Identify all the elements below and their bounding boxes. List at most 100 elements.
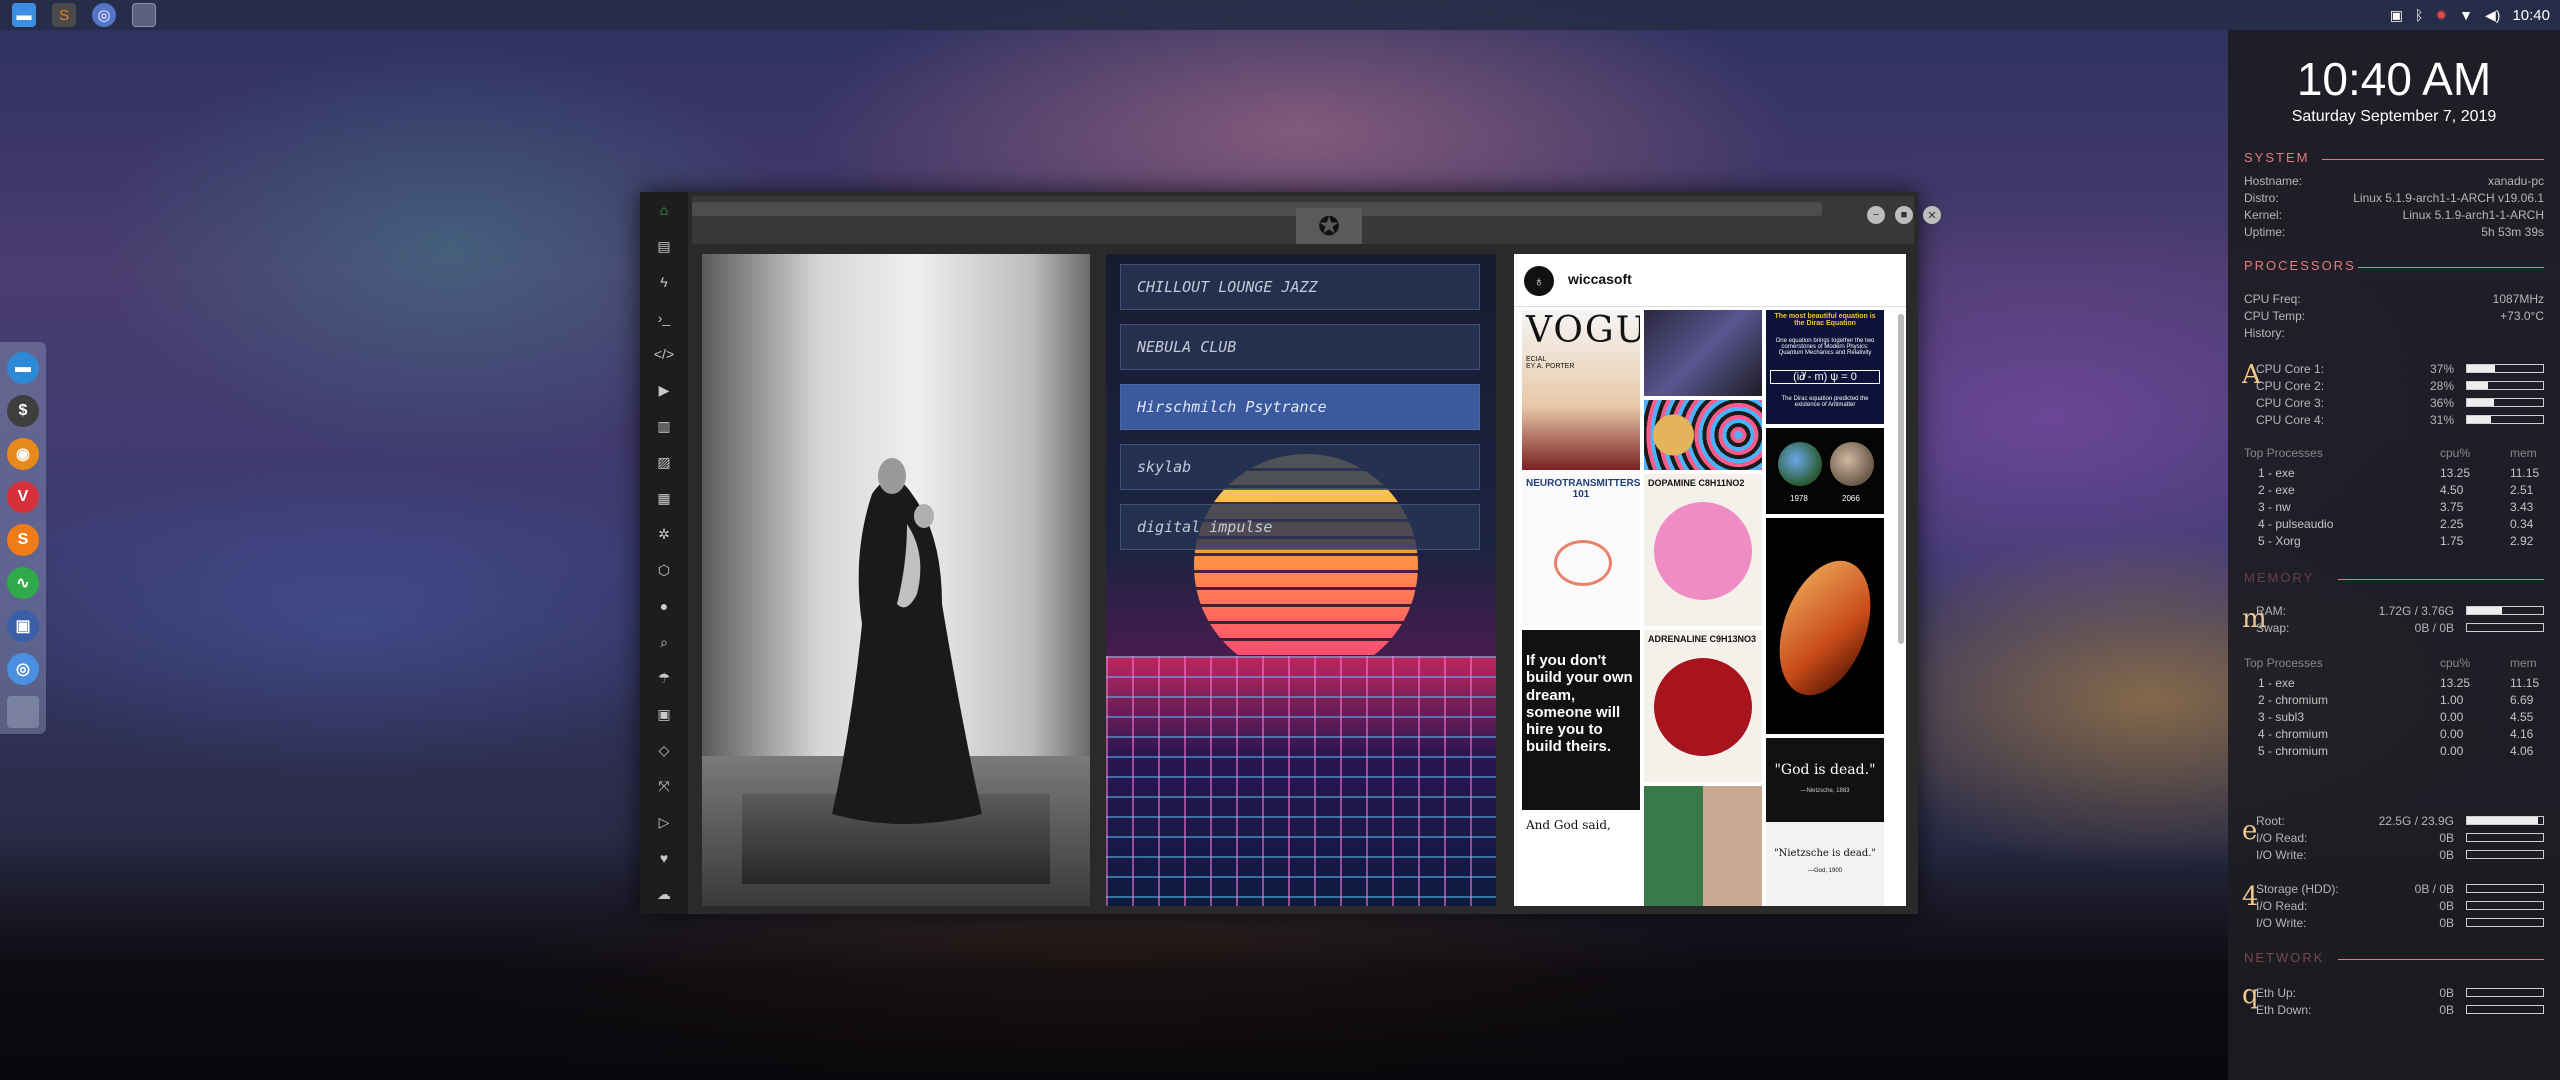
rebel-emblem-icon[interactable]: ✪ — [1296, 208, 1362, 244]
vivaldi-dock-icon[interactable]: V — [7, 481, 39, 513]
cpu-column-header: cpu% — [2440, 446, 2471, 460]
youtube-icon[interactable]: ▷ — [654, 812, 674, 832]
sublime-dock-icon[interactable]: S — [7, 524, 39, 556]
painting-tile[interactable] — [1644, 786, 1762, 906]
network-section-title: NETWORK — [2244, 950, 2325, 965]
image-icon[interactable]: ▨ — [654, 452, 674, 472]
jupiter-icon — [1766, 548, 1884, 708]
wifi-icon[interactable]: ▼ — [2459, 7, 2473, 23]
usage-bar — [2466, 918, 2544, 927]
code-icon[interactable]: </> — [654, 344, 674, 364]
umbrella-icon[interactable]: ☂ — [654, 668, 674, 688]
chromium-icon[interactable]: ◎ — [92, 3, 116, 27]
stat-label: CPU Temp: — [2244, 309, 2306, 323]
dock-grid-icon[interactable] — [7, 696, 39, 728]
color-swatches-tile[interactable] — [1644, 400, 1762, 470]
maximize-button[interactable]: ■ — [1895, 206, 1913, 224]
usage-bar — [2466, 381, 2544, 390]
stat-value: 0B — [2439, 986, 2454, 1000]
station-digital-impulse[interactable]: digital impulse — [1120, 504, 1480, 550]
stat-label: CPU Core 1: — [2256, 362, 2325, 376]
tray-clock[interactable]: 10:40 — [2512, 7, 2550, 24]
heart-icon[interactable]: ♥ — [654, 848, 674, 868]
usage-bar — [2466, 623, 2544, 632]
process-row: 2 - exe 4.50 2.51 — [2244, 483, 2544, 499]
divider — [2338, 959, 2544, 960]
document-icon[interactable]: ▤ — [654, 236, 674, 256]
stat-value: 0B / 0B — [2414, 882, 2454, 896]
settings-icon[interactable]: ✹ — [2435, 7, 2447, 24]
files-dock-icon[interactable]: ▬ — [7, 352, 39, 384]
cloud-icon[interactable]: ☁ — [654, 884, 674, 904]
expand-icon[interactable]: ⤧ — [654, 776, 674, 796]
system-tray: ▣ ᛒ ✹ ▼ ◀) 10:40 — [2390, 0, 2550, 30]
play-icon[interactable]: ▶ — [654, 380, 674, 400]
usage-bar — [2466, 884, 2544, 893]
screen-dock-icon[interactable]: ▣ — [7, 610, 39, 642]
hexagon-icon[interactable]: ⬡ — [654, 560, 674, 580]
process-row: 5 - Xorg 1.75 2.92 — [2244, 534, 2544, 550]
process-name: 1 - exe — [2258, 676, 2295, 690]
window-titlebar[interactable]: ✪ − ■ ✕ — [692, 196, 1941, 244]
process-mem: 4.55 — [2510, 710, 2534, 724]
instagram-panel: ♁ wiccasoft VOGUE ECIAL EY A. PORTER NEU… — [1514, 254, 1906, 906]
scrollbar[interactable] — [1898, 314, 1904, 644]
quote-tile[interactable]: If you don't build your own dream, someo… — [1522, 630, 1640, 810]
home-icon[interactable]: ⌂ — [654, 200, 674, 220]
process-name: 4 - pulseaudio — [2258, 517, 2334, 531]
neurotransmitters-tile[interactable]: NEUROTRANSMITTERS 101 — [1522, 474, 1640, 626]
process-row: 1 - exe 13.25 11.15 — [2244, 676, 2544, 692]
ubuntu-dock-icon[interactable]: ◉ — [7, 438, 39, 470]
dopamine-tile[interactable]: DOPAMINE C8H11NO2 — [1644, 474, 1762, 626]
planets-tile[interactable]: 1978 2066 — [1766, 428, 1884, 514]
usage-bar-fill — [2467, 365, 2496, 372]
code-brackets-icon[interactable]: ◇ — [654, 740, 674, 760]
barren-planet-icon — [1830, 442, 1874, 486]
stat-value: 37% — [2429, 362, 2454, 376]
avatar[interactable]: ♁ — [1524, 266, 1554, 296]
workspace-icon[interactable] — [132, 3, 156, 27]
volume-icon[interactable]: ◀) — [2485, 7, 2500, 24]
file-manager-icon[interactable]: ▬ — [12, 3, 36, 27]
bolt-icon[interactable]: ϟ — [654, 272, 674, 292]
synthwave-grid — [1106, 656, 1496, 906]
globe-icon[interactable]: ● — [654, 596, 674, 616]
process-cpu: 0.00 — [2440, 710, 2464, 724]
vogue-tile[interactable]: VOGUE ECIAL EY A. PORTER — [1522, 310, 1640, 470]
stat-value: 31% — [2429, 413, 2454, 427]
stat-label: I/O Read: — [2256, 831, 2308, 845]
adrenaline-tile[interactable]: ADRENALINE C9H13NO3 — [1644, 630, 1762, 782]
settings-icon[interactable]: ✲ — [654, 524, 674, 544]
sublime-text-icon[interactable]: S — [52, 3, 76, 27]
chromium-dock-icon[interactable]: ◎ — [7, 653, 39, 685]
station-hirschmilch-psytrance[interactable]: Hirschmilch Psytrance — [1120, 384, 1480, 430]
usage-bar — [2466, 816, 2544, 825]
jupiter-tile[interactable] — [1766, 518, 1884, 734]
terminal-dock-icon[interactable]: $ — [7, 395, 39, 427]
system-monitor-dock-icon[interactable]: ∿ — [7, 567, 39, 599]
search-icon[interactable]: ⌕ — [654, 632, 674, 652]
stat-label: Swap: — [2256, 621, 2290, 635]
and-god-said-tile[interactable]: And God said, — [1522, 814, 1640, 906]
usage-bar-fill — [2467, 416, 2491, 423]
bluetooth-icon[interactable]: ᛒ — [2415, 7, 2423, 23]
stat-label: Storage (HDD): — [2256, 882, 2339, 896]
profile-username[interactable]: wiccasoft — [1568, 271, 1632, 287]
minimize-button[interactable]: − — [1867, 206, 1885, 224]
contact-icon[interactable]: ▣ — [654, 704, 674, 724]
station-skylab[interactable]: skylab — [1120, 444, 1480, 490]
dirac-tile[interactable]: The most beautiful equation is the Dirac… — [1766, 310, 1884, 424]
terminal-icon[interactable]: ›_ — [654, 308, 674, 328]
station-nebula-club[interactable]: NEBULA CLUB — [1120, 324, 1480, 370]
news-icon[interactable]: ▦ — [654, 488, 674, 508]
book-icon[interactable]: ▥ — [654, 416, 674, 436]
process-mem: 6.69 — [2510, 693, 2534, 707]
sign-photo-tile[interactable] — [1644, 310, 1762, 396]
screenshot-icon[interactable]: ▣ — [2390, 7, 2403, 24]
close-button[interactable]: ✕ — [1923, 206, 1941, 224]
photo-panel[interactable] — [702, 254, 1090, 906]
station-chillout-lounge-jazz[interactable]: CHILLOUT LOUNGE JAZZ — [1120, 264, 1480, 310]
adrenaline-molecule-icon — [1654, 658, 1752, 756]
god-is-dead-tile[interactable]: "God is dead." —Nietzsche, 1883 "Nietzsc… — [1766, 738, 1884, 906]
stat-label: Hostname: — [2244, 174, 2303, 188]
